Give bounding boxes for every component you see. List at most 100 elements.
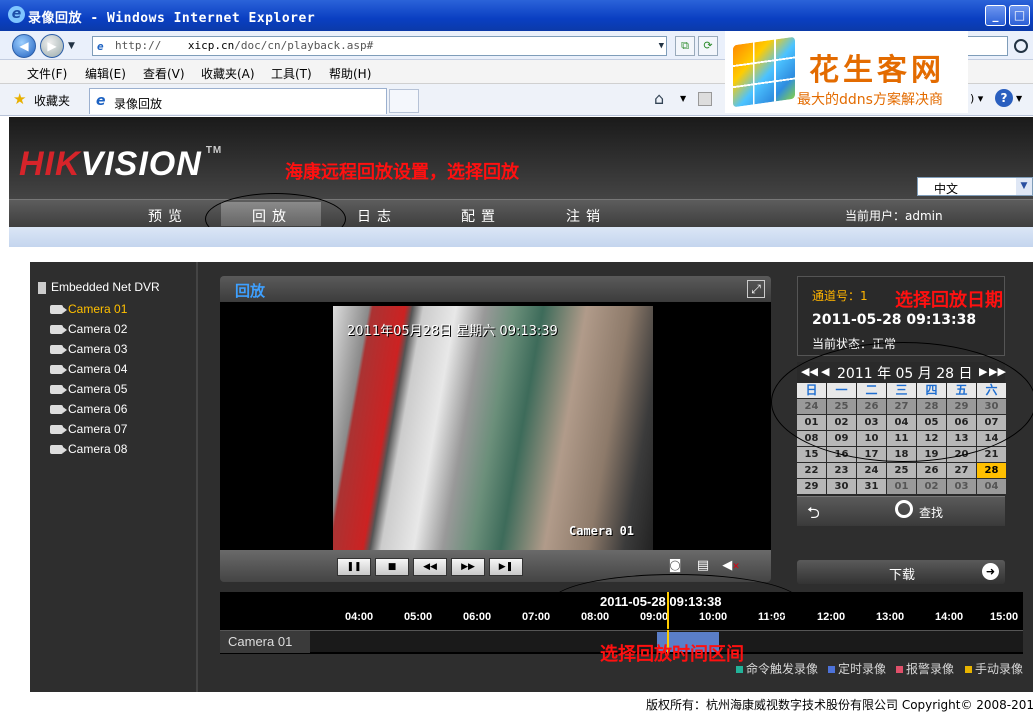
tree-root[interactable]: Embedded Net DVR bbox=[38, 280, 160, 294]
calendar-day[interactable]: 26 bbox=[917, 463, 946, 478]
tick-label: 06:00 bbox=[463, 611, 492, 623]
menu-favorites[interactable]: 收藏夹(A) bbox=[201, 65, 255, 82]
date-annotation: 选择回放日期 bbox=[895, 290, 1003, 311]
history-dropdown-icon[interactable]: ▼ bbox=[68, 41, 75, 51]
favorites-label[interactable]: 收藏夹 bbox=[34, 92, 70, 109]
window-title: 录像回放 - Windows Internet Explorer bbox=[28, 11, 316, 26]
calendar-day[interactable]: 04 bbox=[977, 479, 1006, 494]
fullscreen-icon[interactable]: ⤢ bbox=[747, 280, 765, 298]
language-select[interactable]: 中文 ▼ bbox=[917, 177, 1033, 196]
nav-log[interactable]: 日志 bbox=[357, 206, 397, 226]
camera-icon bbox=[50, 445, 67, 455]
audio-off-icon[interactable]: ◀✕ bbox=[722, 558, 740, 574]
annotation-circle-timeline bbox=[551, 574, 800, 630]
menu-view[interactable]: 查看(V) bbox=[143, 65, 185, 82]
address-bar[interactable]: e http:// xicp.cn/doc/cn/playback.asp# ▼ bbox=[92, 36, 667, 56]
calendar-day[interactable]: 02 bbox=[917, 479, 946, 494]
tab-ie-icon: e bbox=[96, 93, 106, 109]
player-title: 回放 bbox=[235, 282, 266, 300]
help-dropdown-icon[interactable]: ▼ bbox=[1016, 94, 1022, 103]
calendar-day[interactable]: 27 bbox=[947, 463, 976, 478]
tree-camera-08[interactable]: Camera 08 bbox=[50, 442, 127, 456]
search-button[interactable]: 查找 bbox=[919, 504, 943, 521]
menu-file[interactable]: 文件(F) bbox=[27, 65, 67, 82]
tick-label: 14:00 bbox=[935, 611, 964, 623]
tree-camera-05[interactable]: Camera 05 bbox=[50, 382, 127, 396]
help-icon[interactable]: ? bbox=[995, 89, 1013, 107]
ad-title: 花生客网 bbox=[809, 53, 945, 88]
calendar-day[interactable]: 03 bbox=[947, 479, 976, 494]
calendar-day[interactable]: 22 bbox=[797, 463, 826, 478]
snapshot-icon[interactable]: ◙ bbox=[666, 558, 684, 574]
legend-schedule: 定时录像 bbox=[828, 660, 886, 677]
back-icon[interactable]: ⮌ bbox=[807, 502, 820, 529]
playback-main: Embedded Net DVR Camera 01 Camera 02 Cam… bbox=[30, 262, 1033, 692]
calendar-day[interactable]: 24 bbox=[857, 463, 886, 478]
ad-subtitle: 最大的ddns方案解决商 bbox=[797, 92, 943, 108]
tree-camera-04[interactable]: Camera 04 bbox=[50, 362, 127, 376]
chevron-down-icon[interactable]: ▼ bbox=[1016, 178, 1032, 195]
search-bar: ⮌ 查找 bbox=[797, 496, 1005, 526]
home-dropdown-icon[interactable]: ▼ bbox=[680, 94, 686, 103]
tree-camera-06[interactable]: Camera 06 bbox=[50, 402, 127, 416]
home-icon[interactable]: ⌂ bbox=[654, 89, 664, 108]
search-icon[interactable] bbox=[1014, 39, 1028, 53]
tree-camera-01[interactable]: Camera 01 bbox=[50, 302, 127, 316]
calendar-day[interactable]: 01 bbox=[887, 479, 916, 494]
cube-logo-icon bbox=[733, 36, 795, 108]
arrow-right-icon: ➜ bbox=[982, 563, 999, 580]
tree-camera-02[interactable]: Camera 02 bbox=[50, 322, 127, 336]
calendar-day[interactable]: 31 bbox=[857, 479, 886, 494]
compat-view-icon[interactable]: ⧉ bbox=[675, 36, 695, 56]
address-path: /doc/cn/playback.asp# bbox=[234, 39, 374, 52]
video-area[interactable]: 2011年05月28日 星期六 09:13:39 Camera 01 bbox=[220, 302, 771, 550]
slow-button[interactable]: ◀◀ bbox=[413, 558, 447, 576]
frame-step-button[interactable]: ▶❚ bbox=[489, 558, 523, 576]
camera-icon bbox=[50, 405, 67, 415]
tick-label: 05:00 bbox=[404, 611, 433, 623]
tick-label: 12:00 bbox=[817, 611, 846, 623]
nav-config[interactable]: 配置 bbox=[461, 206, 501, 226]
calendar-day[interactable]: 29 bbox=[797, 479, 826, 494]
pause-button[interactable]: ❚❚ bbox=[337, 558, 371, 576]
tree-camera-03[interactable]: Camera 03 bbox=[50, 342, 127, 356]
nav-logout[interactable]: 注销 bbox=[566, 206, 606, 226]
menu-tools[interactable]: 工具(T) bbox=[271, 65, 312, 82]
calendar-day[interactable]: 23 bbox=[827, 463, 856, 478]
camera-icon bbox=[50, 325, 67, 335]
minimize-button[interactable]: _ bbox=[985, 5, 1006, 26]
forward-button[interactable]: ▶ bbox=[40, 34, 64, 58]
hikvision-logo: HIKVISION TM bbox=[19, 145, 223, 183]
save-clip-icon[interactable]: ▤ bbox=[694, 558, 712, 574]
address-dropdown-icon[interactable]: ▼ bbox=[659, 37, 664, 55]
feeds-icon[interactable] bbox=[698, 92, 712, 106]
download-button[interactable]: 下载 ➜ bbox=[797, 560, 1005, 584]
fast-button[interactable]: ▶▶ bbox=[451, 558, 485, 576]
menu-edit[interactable]: 编辑(E) bbox=[85, 65, 126, 82]
calendar-day[interactable]: 25 bbox=[887, 463, 916, 478]
timeline-camera-label: Camera 01 bbox=[220, 631, 310, 653]
camera-icon bbox=[50, 385, 67, 395]
menu-help[interactable]: 帮助(H) bbox=[329, 65, 371, 82]
annotation-circle-calendar bbox=[771, 342, 1033, 462]
favorites-star-icon[interactable]: ★ bbox=[13, 90, 26, 108]
search-magnifier-icon[interactable] bbox=[895, 500, 913, 518]
osd-timestamp: 2011年05月28日 星期六 09:13:39 bbox=[347, 324, 558, 339]
legend-manual: 手动录像 bbox=[965, 660, 1023, 677]
refresh-icon[interactable]: ⟳ bbox=[698, 36, 718, 56]
camera-icon bbox=[50, 305, 67, 315]
main-nav: 预览 回放 日志 配置 注销 当前用户：admin bbox=[9, 199, 1033, 227]
new-tab-button[interactable] bbox=[389, 89, 419, 113]
calendar-day[interactable]: 30 bbox=[827, 479, 856, 494]
tab-playback[interactable]: e 录像回放 bbox=[89, 88, 387, 114]
tree-camera-07[interactable]: Camera 07 bbox=[50, 422, 127, 436]
stop-button[interactable]: ■ bbox=[375, 558, 409, 576]
nav-preview[interactable]: 预览 bbox=[148, 206, 188, 226]
current-datetime: 2011-05-28 09:13:38 bbox=[812, 312, 977, 328]
tab-title: 录像回放 bbox=[114, 97, 163, 111]
tools-fragment[interactable]: ) ▾ bbox=[970, 92, 983, 105]
calendar-day[interactable]: 28 bbox=[977, 463, 1006, 478]
tick-label: 15:00 bbox=[990, 611, 1019, 623]
back-button[interactable]: ◀ bbox=[12, 34, 36, 58]
maximize-button[interactable]: □ bbox=[1009, 5, 1030, 26]
